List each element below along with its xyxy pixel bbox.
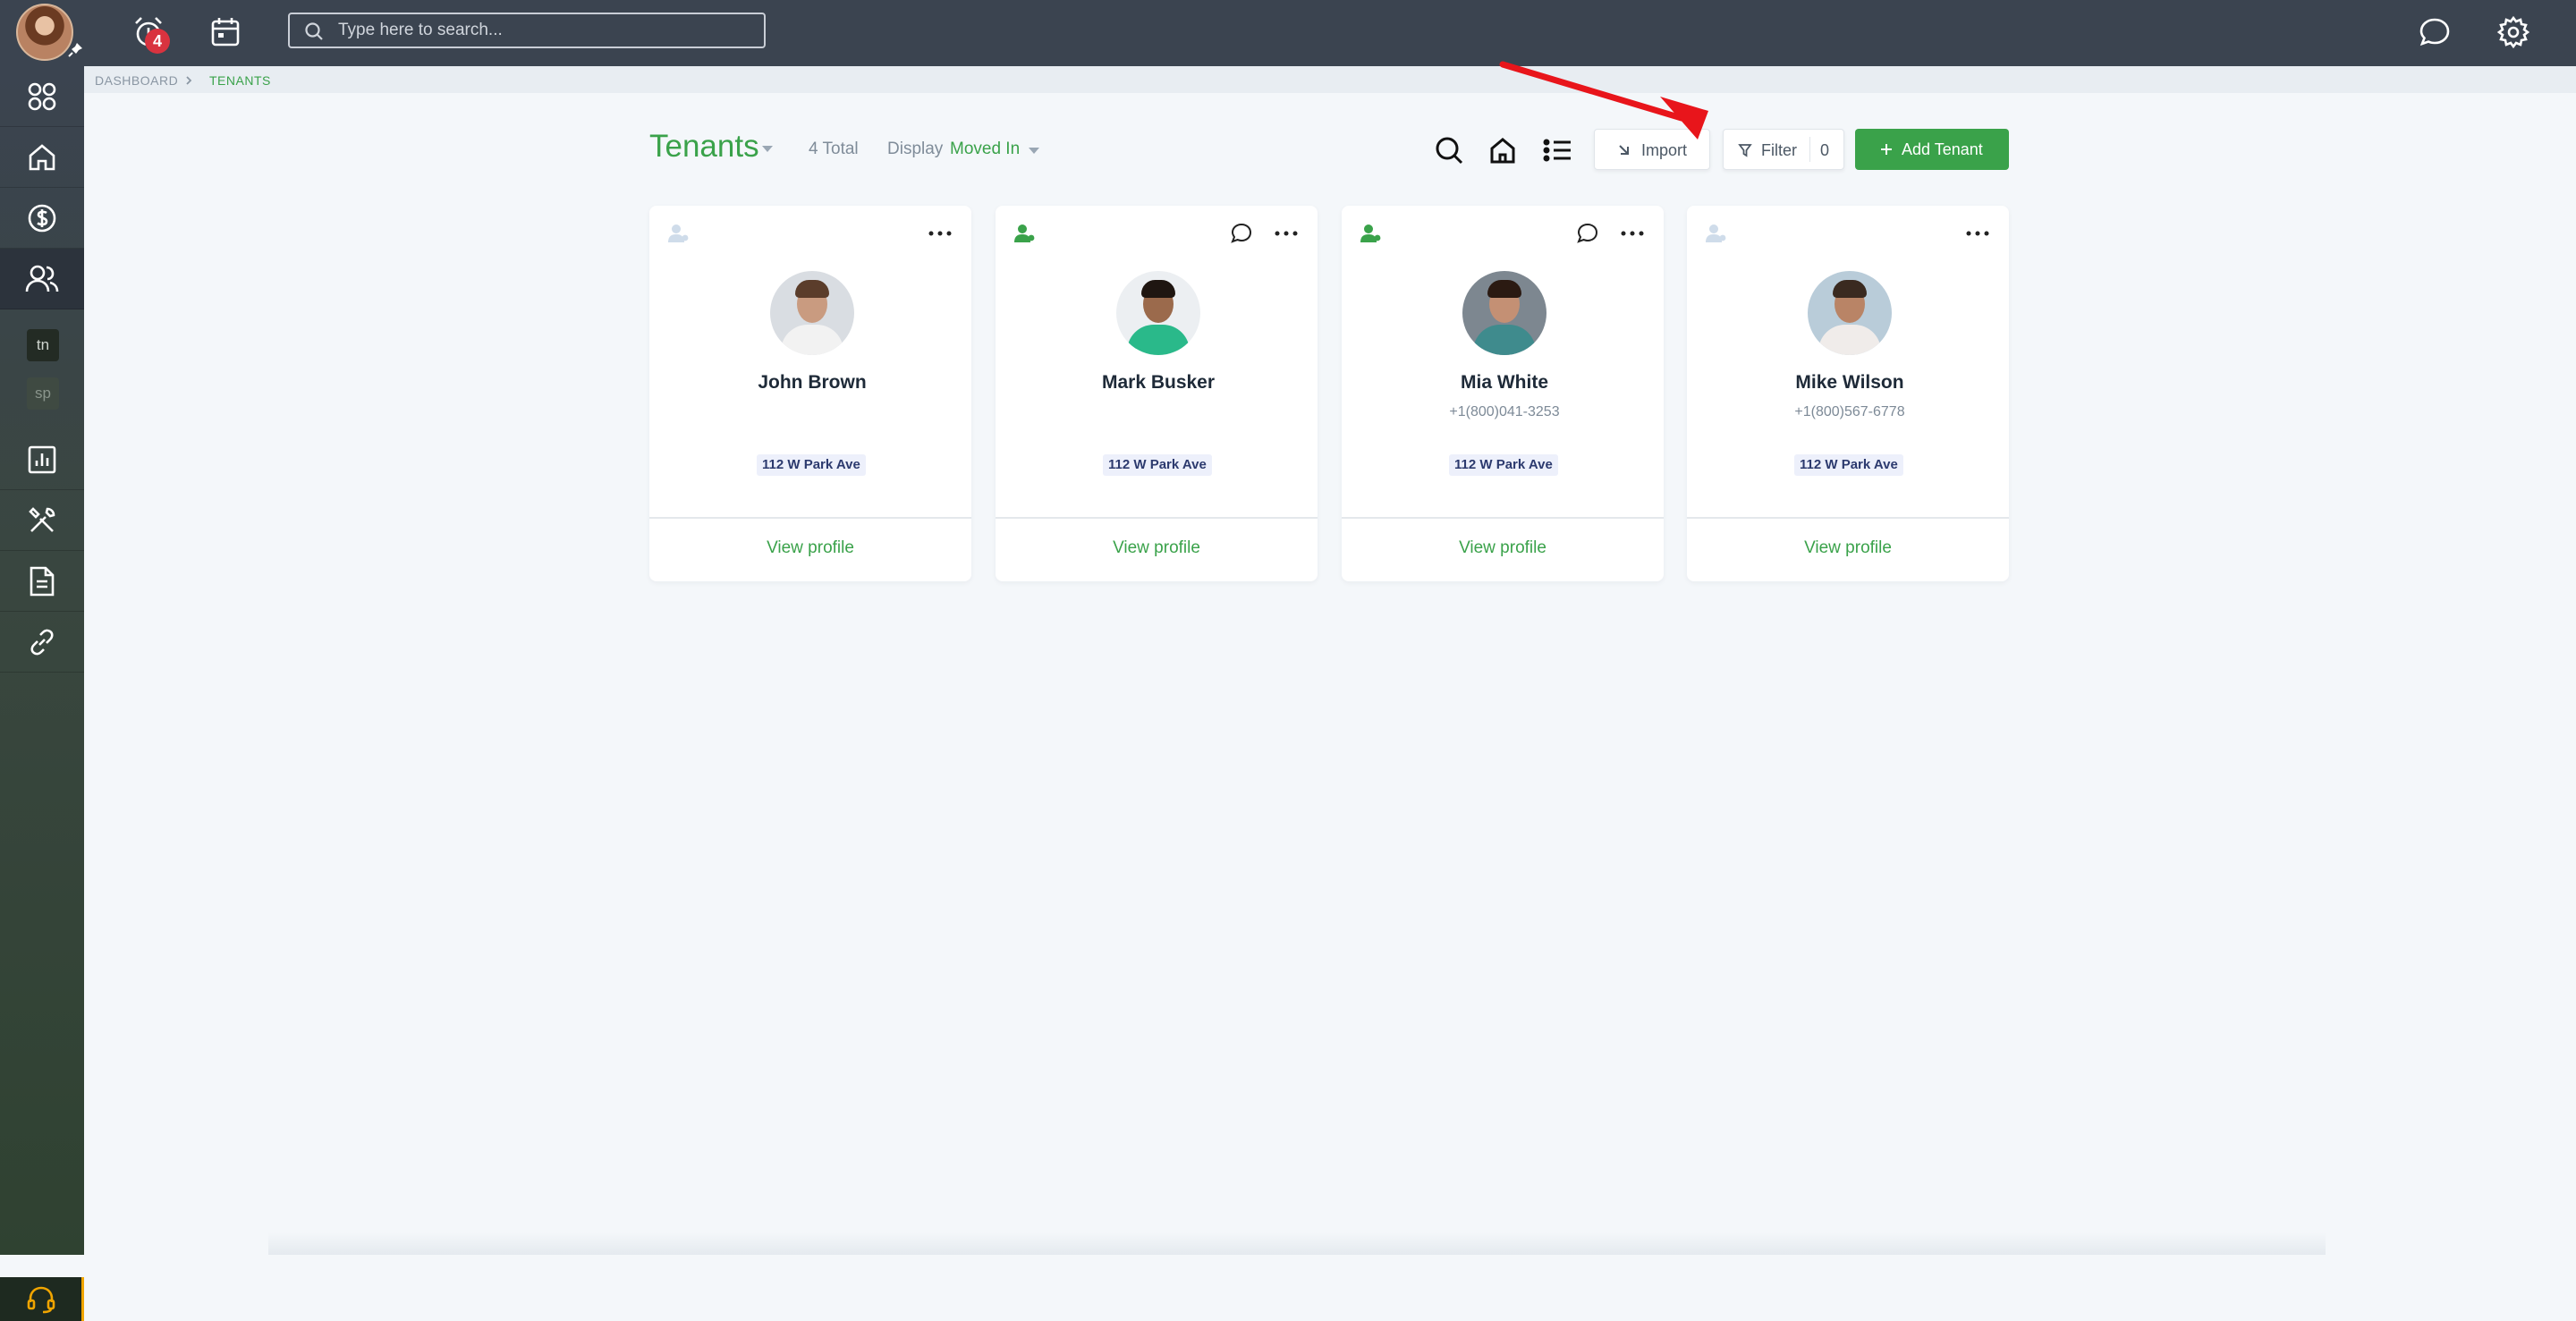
document-icon [30,566,55,596]
chat-icon[interactable] [1230,222,1253,245]
sidebar-item-home[interactable] [0,127,84,188]
tenant-name[interactable]: Mark Busker [996,372,1321,394]
search-icon[interactable] [1433,134,1465,166]
sidebar-item-accounting[interactable] [0,188,84,249]
more-options-icon[interactable] [1273,222,1300,245]
tenant-card: John Brown 112 W Park Ave View profile [649,206,971,581]
card-divider [1342,517,1664,519]
tenant-card: Mark Busker 112 W Park Ave View profile [996,206,1318,581]
apps-grid-icon [28,82,56,110]
tenant-name[interactable]: John Brown [649,372,975,394]
tenant-phone: +1(800)567-6778 [1794,404,1905,419]
add-tenant-button[interactable]: Add Tenant [1855,129,2009,170]
pin-icon [68,43,82,57]
calendar-icon[interactable] [206,13,245,52]
card-divider [996,517,1318,519]
tenant-card: Mia White +1(800)041-3253 112 W Park Ave… [1342,206,1664,581]
sidebar-item-links[interactable] [0,612,84,673]
tenant-address-badge[interactable]: 112 W Park Ave [1449,454,1558,476]
footer-shadow [268,1232,2326,1255]
tenant-name[interactable]: Mike Wilson [1687,372,2012,394]
link-icon [30,629,54,655]
sidebar: tn sp [0,66,84,1321]
tenant-photo [1808,271,1892,355]
notification-badge: 4 [145,29,170,54]
sidebar-item-documents[interactable] [0,551,84,612]
more-options-icon[interactable] [927,222,953,245]
tenant-status-icon [1360,224,1381,242]
display-label: Display [887,140,944,158]
global-search[interactable] [288,13,766,48]
top-bar: 4 [0,0,2576,66]
annotation-arrow-icon [1499,61,1708,140]
tenant-status-icon [668,224,689,242]
home-icon [29,143,55,170]
help-button[interactable] [0,1277,84,1321]
sidebar-item-apps[interactable] [0,66,84,127]
tools-icon [29,506,55,532]
bar-chart-icon [28,445,56,473]
display-filter-select[interactable]: Moved In [950,140,1020,159]
sidebar-tag-sp[interactable]: sp [27,377,59,410]
tenant-photo [770,271,854,355]
search-input[interactable] [338,14,758,47]
tenant-photo [1116,271,1200,355]
chat-icon[interactable] [1576,222,1599,245]
page-title[interactable]: Tenants [649,129,759,165]
sidebar-item-reports[interactable] [0,429,84,490]
filter-count: 0 [1820,141,1830,159]
plus-icon [1881,144,1892,155]
view-profile-link[interactable]: View profile [1687,538,2009,558]
search-icon [305,22,323,40]
breadcrumb-dashboard[interactable]: DASHBOARD [95,73,178,88]
display-chevron-down-icon[interactable] [1029,148,1039,154]
gear-icon[interactable] [2494,13,2533,52]
card-divider [649,517,971,519]
more-options-icon[interactable] [1619,222,1646,245]
view-profile-link[interactable]: View profile [1342,538,1664,558]
view-profile-link[interactable]: View profile [996,538,1318,558]
title-chevron-down-icon[interactable] [762,146,773,152]
sidebar-item-tenants[interactable] [0,249,84,309]
tenant-card: Mike Wilson +1(800)567-6778 112 W Park A… [1687,206,2009,581]
tenant-address-badge[interactable]: 112 W Park Ave [1103,454,1212,476]
card-divider [1687,517,2009,519]
tenant-photo [1462,271,1546,355]
dollar-icon [28,204,56,232]
sidebar-tag-tn[interactable]: tn [27,329,59,361]
sidebar-item-maintenance[interactable] [0,490,84,551]
breadcrumb-tenants: TENANTS [209,73,271,88]
more-options-icon[interactable] [1964,222,1991,245]
breadcrumb: DASHBOARD TENANTS [84,66,2576,93]
total-count: 4 Total [809,140,859,158]
tenant-status-icon [1706,224,1726,242]
tenant-phone: +1(800)041-3253 [1449,404,1560,419]
tenant-address-badge[interactable]: 112 W Park Ave [1794,454,1903,476]
users-icon [25,265,59,292]
chevron-right-icon [186,76,192,85]
headset-icon [27,1286,55,1313]
tenant-status-icon [1014,224,1035,242]
chat-icon[interactable] [2415,13,2454,52]
user-avatar[interactable] [16,4,73,61]
view-profile-link[interactable]: View profile [649,538,971,558]
tenant-name[interactable]: Mia White [1342,372,1667,394]
tenant-address-badge[interactable]: 112 W Park Ave [757,454,866,476]
